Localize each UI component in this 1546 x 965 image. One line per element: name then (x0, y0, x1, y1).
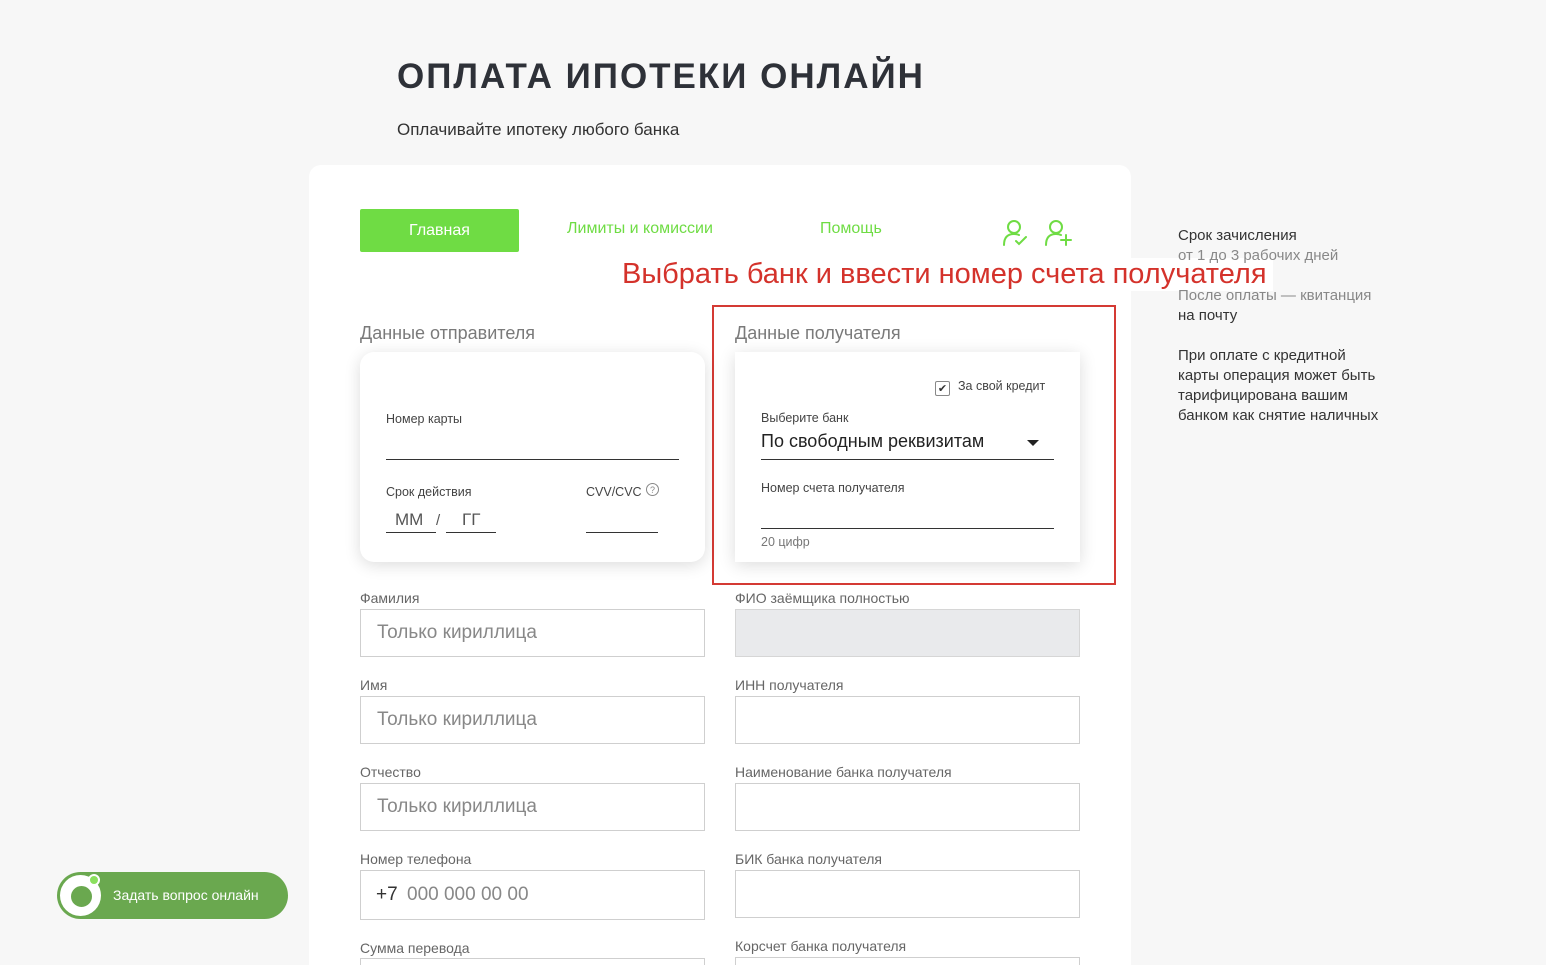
account-number-input[interactable] (761, 528, 1054, 529)
account-hint: 20 цифр (761, 535, 810, 549)
phone-input[interactable] (360, 870, 705, 920)
corr-account-label: Корсчет банка получателя (735, 938, 907, 954)
info-line-6: карты операция может быть (1178, 367, 1376, 384)
name-label: Имя (360, 677, 388, 693)
nav-help-link[interactable]: Помощь (820, 220, 882, 238)
expiry-month-underline (386, 532, 436, 533)
expiry-month-input[interactable]: ММ (395, 510, 423, 530)
sender-section-title: Данные отправителя (360, 323, 535, 343)
borrower-label: ФИО заёмщика полностью (735, 590, 910, 606)
card-number-label: Номер карты (386, 412, 463, 426)
cvv-label: CVV/CVC (586, 485, 642, 499)
expiry-label: Срок действия (386, 485, 472, 499)
bank-name-input[interactable] (735, 783, 1080, 831)
ask-question-button[interactable]: Задать вопрос онлайн (57, 872, 288, 919)
account-number-label: Номер счета получателя (761, 481, 905, 495)
own-credit-checkbox[interactable]: ✔ (935, 381, 950, 396)
bik-label: БИК банка получателя (735, 851, 882, 867)
borrower-input (735, 609, 1080, 657)
inn-label: ИНН получателя (735, 677, 844, 693)
phone-prefix: +7 (376, 884, 398, 905)
online-indicator (88, 874, 100, 886)
chevron-down-icon[interactable] (1027, 440, 1039, 446)
name-input[interactable] (360, 696, 705, 744)
phone-label: Номер телефона (360, 851, 472, 867)
patronymic-label: Отчество (360, 764, 421, 780)
help-icon[interactable]: ? (646, 483, 659, 496)
expiry-separator: / (436, 512, 441, 529)
bank-select-underline (761, 459, 1054, 460)
info-line-5: При оплате с кредитной (1178, 347, 1346, 364)
patronymic-input[interactable] (360, 783, 705, 831)
expiry-year-underline (446, 532, 496, 533)
annotation-text: Выбрать банк и ввести номер счета получа… (616, 258, 1273, 291)
nav-main-button[interactable]: Главная (360, 209, 519, 252)
page-subtitle: Оплачивайте ипотеку любого банка (397, 120, 680, 139)
bank-select-label: Выберите банк (761, 411, 849, 425)
surname-label: Фамилия (360, 590, 420, 606)
info-line-8: банком как снятие наличных (1178, 407, 1379, 424)
page-title: ОПЛАТА ИПОТЕКИ ОНЛАЙН (397, 57, 925, 96)
cvv-input[interactable] (586, 532, 658, 533)
info-line-7: тарифицирована вашим (1178, 387, 1348, 404)
user-check-icon[interactable] (1002, 219, 1030, 247)
user-add-icon[interactable] (1045, 219, 1073, 247)
amount-input[interactable] (360, 958, 705, 965)
recipient-section-title: Данные получателя (735, 323, 901, 343)
bank-select[interactable]: По свободным реквизитам (761, 431, 984, 452)
expiry-year-input[interactable]: ГГ (462, 510, 480, 530)
card-details-panel (360, 352, 705, 562)
info-line-2: от 1 до 3 рабочих дней (1178, 247, 1339, 264)
ask-question-label: Задать вопрос онлайн (113, 887, 259, 903)
bik-input[interactable] (735, 870, 1080, 918)
amount-label: Сумма перевода (360, 940, 470, 956)
info-line-4: на почту (1178, 307, 1238, 324)
card-number-input[interactable] (386, 459, 679, 460)
inn-input[interactable] (735, 696, 1080, 744)
info-line-3: После оплаты — квитанция (1178, 287, 1372, 304)
surname-input[interactable] (360, 609, 705, 657)
bank-name-label: Наименование банка получателя (735, 764, 952, 780)
info-line-1: Срок зачисления (1178, 227, 1297, 244)
nav-limits-link[interactable]: Лимиты и комиссии (567, 220, 713, 238)
corr-account-input[interactable] (735, 957, 1080, 965)
own-credit-label: За свой кредит (958, 379, 1046, 393)
